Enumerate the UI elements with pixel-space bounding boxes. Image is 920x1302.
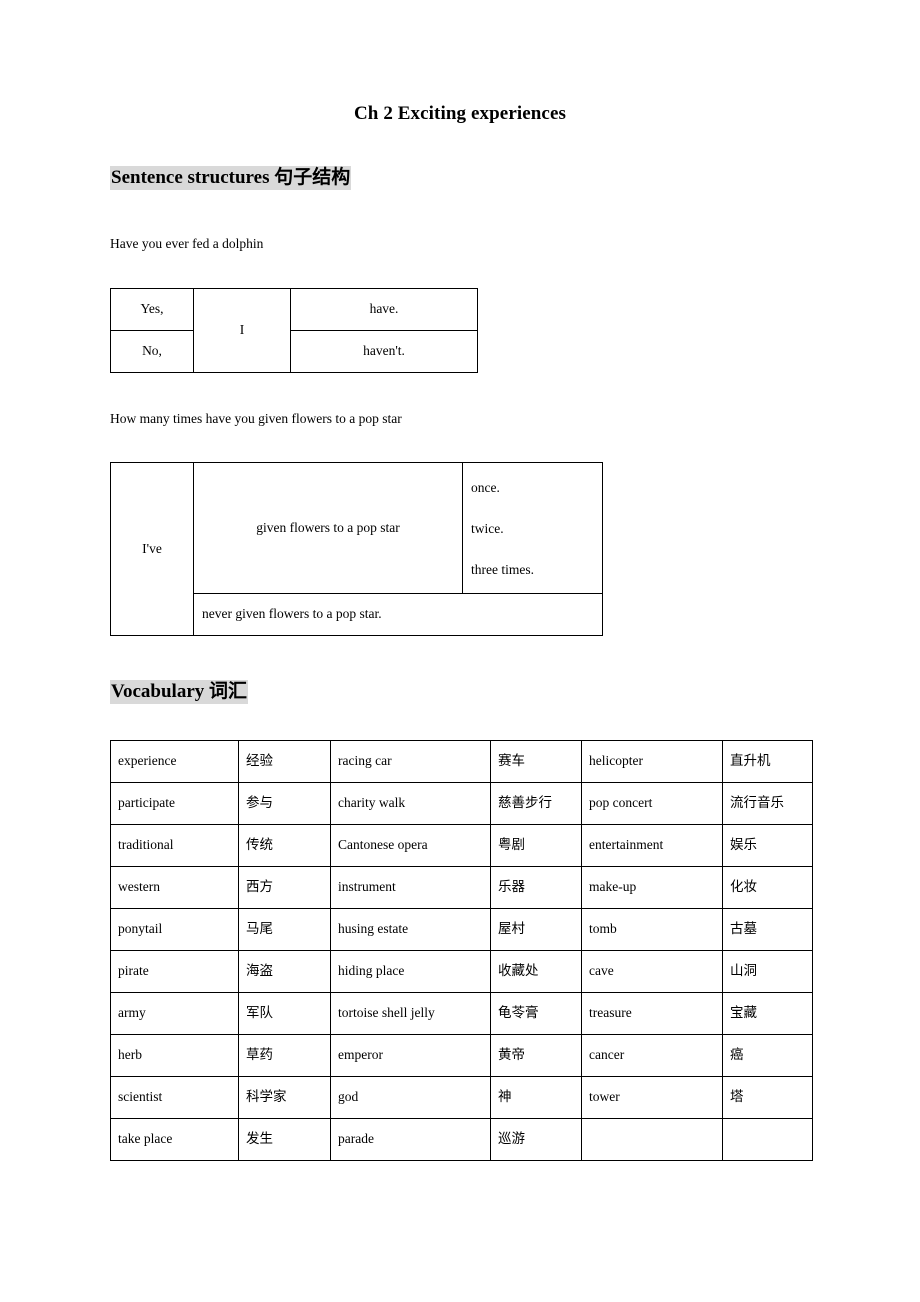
verb-cell-have: have.	[290, 288, 478, 331]
vocab-term-cell: cancer	[581, 1034, 723, 1077]
vocab-term-cell: hiding place	[330, 950, 491, 993]
vocab-translation-cell: 发生	[238, 1118, 331, 1161]
vocab-term-cell: participate	[110, 782, 239, 825]
vocab-term-cell: emperor	[330, 1034, 491, 1077]
vocab-translation-cell: 癌	[722, 1034, 813, 1077]
section-heading-vocabulary-label: Vocabulary 词汇	[110, 680, 249, 704]
sentence-structure-table-yesno: Yes, I have. No, haven't.	[110, 288, 478, 373]
vocab-translation-cell: 收藏处	[490, 950, 582, 993]
vocab-term-cell: tortoise shell jelly	[330, 992, 491, 1035]
table-row: scientist 科学家 god 神 tower 塔	[110, 1076, 813, 1119]
vocab-term-cell: pop concert	[581, 782, 723, 825]
vocab-term-cell: herb	[110, 1034, 239, 1077]
vocab-term-cell: ponytail	[110, 908, 239, 951]
frequency-once: once.	[471, 479, 500, 495]
vocab-translation-cell: 乐器	[490, 866, 582, 909]
vocabulary-table: experience 经验 racing car 赛车 helicopter 直升机 par…	[110, 740, 813, 1161]
section-heading-vocabulary: Vocabulary 词汇	[110, 676, 249, 704]
phrase-cell-given-flowers: given flowers to a pop star	[193, 462, 463, 594]
subject-cell-i: I	[193, 288, 291, 373]
table-row: I've given flowers to a pop star once. t…	[110, 462, 603, 636]
vocab-translation-cell: 马尾	[238, 908, 331, 951]
page-title: Ch 2 Exciting experiences	[353, 103, 566, 124]
vocab-term-cell: tomb	[581, 908, 723, 951]
vocab-translation-cell: 赛车	[490, 740, 582, 783]
section-heading-sentence-structures-label: Sentence structures 句子结构	[110, 166, 352, 190]
vocab-translation-cell: 流行音乐	[722, 782, 813, 825]
document-page: Ch 2 Exciting experiences Sentence struc…	[0, 0, 920, 1302]
table-row: herb 草药 emperor 黄帝 cancer 癌	[110, 1034, 813, 1077]
vocab-translation-cell: 经验	[238, 740, 331, 783]
phrase-cell-never-given-flowers: never given flowers to a pop star.	[193, 593, 603, 636]
vocab-term-cell: helicopter	[581, 740, 723, 783]
prompt-dolphin: Have you ever fed a dolphin	[110, 236, 264, 251]
vocab-translation-cell: 化妆	[722, 866, 813, 909]
vocab-translation-cell: 科学家	[238, 1076, 331, 1119]
vocab-translation-cell: 古墓	[722, 908, 813, 951]
table-row: army 军队 tortoise shell jelly 龟苓膏 treasure 宝藏	[110, 992, 813, 1035]
table-row: Yes, I have.	[110, 288, 478, 373]
frequency-twice: twice.	[471, 520, 504, 536]
section-heading-sentence-structures: Sentence structures 句子结构	[110, 162, 352, 190]
vocab-term-cell	[581, 1118, 723, 1161]
vocab-translation-cell: 海盗	[238, 950, 331, 993]
table-row: pirate 海盗 hiding place 收藏处 cave 山洞	[110, 950, 813, 993]
table-row: No, haven't.	[110, 330, 478, 373]
vocab-term-cell: western	[110, 866, 239, 909]
vocabulary-table-body: experience 经验 racing car 赛车 helicopter 直升机 par…	[110, 740, 813, 1161]
table-row: experience 经验 racing car 赛车 helicopter 直升机	[110, 740, 813, 783]
vocab-term-cell: treasure	[581, 992, 723, 1035]
vocab-term-cell: parade	[330, 1118, 491, 1161]
vocab-translation-cell: 塔	[722, 1076, 813, 1119]
verb-cell-havent: haven't.	[290, 330, 478, 373]
vocab-term-cell: experience	[110, 740, 239, 783]
vocab-term-cell: instrument	[330, 866, 491, 909]
vocab-translation-cell: 粤剧	[490, 824, 582, 867]
answer-cell-no: No,	[110, 330, 194, 373]
vocab-translation-cell: 慈善步行	[490, 782, 582, 825]
table-row: ponytail 马尾 husing estate 屋村 tomb 古墓	[110, 908, 813, 951]
vocab-translation-cell: 军队	[238, 992, 331, 1035]
answer-cell-yes: Yes,	[110, 288, 194, 331]
sentence-structure-table-ive: I've given flowers to a pop star once. t…	[110, 462, 603, 636]
table-row: traditional 传统 Cantonese opera 粤剧 entertainm…	[110, 824, 813, 867]
vocab-term-cell: Cantonese opera	[330, 824, 491, 867]
vocab-term-cell: tower	[581, 1076, 723, 1119]
vocab-term-cell: god	[330, 1076, 491, 1119]
frequency-three-times: three times.	[471, 561, 534, 577]
vocab-term-cell: traditional	[110, 824, 239, 867]
vocab-translation-cell: 娱乐	[722, 824, 813, 867]
frequency-cell: once. twice. three times.	[462, 462, 603, 594]
vocab-term-cell: entertainment	[581, 824, 723, 867]
vocab-term-cell: take place	[110, 1118, 239, 1161]
vocab-translation-cell: 草药	[238, 1034, 331, 1077]
vocab-term-cell: make-up	[581, 866, 723, 909]
vocab-translation-cell: 传统	[238, 824, 331, 867]
vocab-translation-cell: 屋村	[490, 908, 582, 951]
vocab-term-cell: scientist	[110, 1076, 239, 1119]
vocab-translation-cell: 直升机	[722, 740, 813, 783]
prompt-flowers: How many times have you given flowers to…	[110, 411, 402, 426]
vocab-term-cell: racing car	[330, 740, 491, 783]
vocab-translation-cell: 神	[490, 1076, 582, 1119]
vocab-translation-cell: 参与	[238, 782, 331, 825]
vocab-translation-cell: 宝藏	[722, 992, 813, 1035]
vocab-term-cell: charity walk	[330, 782, 491, 825]
vocab-translation-cell	[722, 1118, 813, 1161]
vocab-term-cell: army	[110, 992, 239, 1035]
vocab-term-cell: cave	[581, 950, 723, 993]
vocab-term-cell: pirate	[110, 950, 239, 993]
table-row: western 西方 instrument 乐器 make-up 化妆	[110, 866, 813, 909]
vocab-translation-cell: 西方	[238, 866, 331, 909]
vocab-translation-cell: 山洞	[722, 950, 813, 993]
vocab-translation-cell: 黄帝	[490, 1034, 582, 1077]
vocab-translation-cell: 巡游	[490, 1118, 582, 1161]
vocab-term-cell: husing estate	[330, 908, 491, 951]
vocab-translation-cell: 龟苓膏	[490, 992, 582, 1035]
table-row: participate 参与 charity walk 慈善步行 pop concert…	[110, 782, 813, 825]
subject-cell-ive: I've	[110, 462, 194, 636]
table-row: take place 发生 parade 巡游	[110, 1118, 813, 1161]
